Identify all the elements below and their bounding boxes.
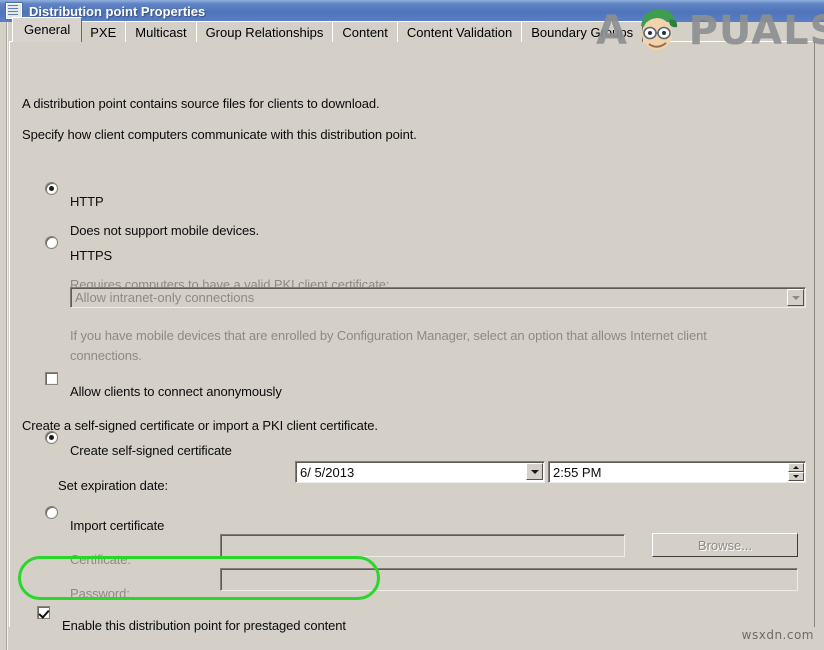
- tab-boundary-groups[interactable]: Boundary Groups: [521, 21, 644, 42]
- radio-create-self-signed-label: Create self-signed certificate: [70, 443, 232, 458]
- tab-content[interactable]: Content: [332, 21, 398, 42]
- expiration-date-input[interactable]: 6/ 5/2013: [295, 461, 545, 483]
- caret-down-icon: [793, 475, 799, 478]
- spinner-down-button[interactable]: [788, 472, 804, 481]
- https-help-line1: If you have mobile devices that are enro…: [70, 328, 707, 343]
- password-input[interactable]: [220, 568, 798, 591]
- tab-boundary-groups-label: Boundary Groups: [531, 25, 634, 40]
- tab-group-relationships[interactable]: Group Relationships: [195, 21, 334, 42]
- pki-connection-combo-value: Allow intranet-only connections: [75, 290, 255, 305]
- radio-https[interactable]: [45, 236, 58, 249]
- certificate-label: Certificate:: [70, 552, 131, 567]
- expiration-time-input[interactable]: 2:55 PM: [548, 461, 806, 483]
- tab-content-validation[interactable]: Content Validation: [396, 21, 523, 42]
- tab-panel-general: A distribution point contains source fil…: [9, 41, 815, 633]
- expiration-date-label: Set expiration date:: [58, 478, 169, 493]
- checkbox-allow-anonymous[interactable]: [45, 372, 58, 385]
- expiration-time-value: 2:55 PM: [553, 464, 602, 480]
- spinner-up-button[interactable]: [788, 463, 804, 472]
- checkbox-enable-prestaged-content[interactable]: [37, 606, 50, 619]
- tab-strip: General PXE Multicast Group Relationship…: [12, 17, 644, 42]
- checkbox-allow-anonymous-label: Allow clients to connect anonymously: [70, 384, 282, 399]
- tab-pxe-label: PXE: [90, 25, 117, 40]
- expiration-date-value: 6/ 5/2013: [300, 464, 355, 480]
- radio-create-self-signed[interactable]: [45, 431, 58, 444]
- cert-section-label: Create a self-signed certificate or impo…: [22, 418, 378, 433]
- dialog-frame-highlight: [7, 22, 8, 650]
- caret-up-icon: [793, 466, 799, 469]
- chevron-down-icon: [530, 469, 539, 474]
- browse-button[interactable]: Browse...: [652, 533, 798, 557]
- password-label: Password:: [70, 586, 130, 601]
- tab-multicast-label: Multicast: [135, 25, 187, 40]
- dialog-window: Distribution point Properties A distribu…: [0, 0, 824, 650]
- browse-button-label: Browse...: [697, 537, 753, 553]
- tab-content-label: Content: [342, 25, 388, 40]
- tab-multicast[interactable]: Multicast: [125, 21, 197, 42]
- communicate-label: Specify how client computers communicate…: [22, 127, 417, 142]
- certificate-input[interactable]: [220, 534, 625, 557]
- radio-http[interactable]: [45, 182, 58, 195]
- https-help-line2: connections.: [70, 348, 142, 363]
- expiration-time-spinner[interactable]: [788, 463, 804, 481]
- tab-general[interactable]: General: [12, 17, 83, 42]
- tab-pxe[interactable]: PXE: [80, 21, 127, 42]
- expiration-date-dropdown[interactable]: [526, 463, 543, 480]
- radio-https-label: HTTPS: [70, 248, 113, 263]
- pki-connection-combo-arrow[interactable]: [787, 289, 804, 306]
- tab-general-label: General: [24, 22, 71, 37]
- radio-import-certificate[interactable]: [45, 506, 58, 519]
- intro-text: A distribution point contains source fil…: [22, 96, 380, 111]
- http-note: Does not support mobile devices.: [70, 223, 260, 238]
- radio-http-label: HTTP: [70, 194, 104, 209]
- radio-import-certificate-label: Import certificate: [70, 518, 165, 533]
- tab-content-validation-label: Content Validation: [406, 25, 513, 40]
- checkbox-enable-prestaged-content-label: Enable this distribution point for prest…: [62, 618, 346, 633]
- tab-group-relationships-label: Group Relationships: [205, 25, 324, 40]
- chevron-down-icon: [791, 295, 800, 300]
- site-watermark: wsxdn.com: [741, 628, 814, 642]
- pki-connection-combo[interactable]: Allow intranet-only connections: [70, 287, 806, 308]
